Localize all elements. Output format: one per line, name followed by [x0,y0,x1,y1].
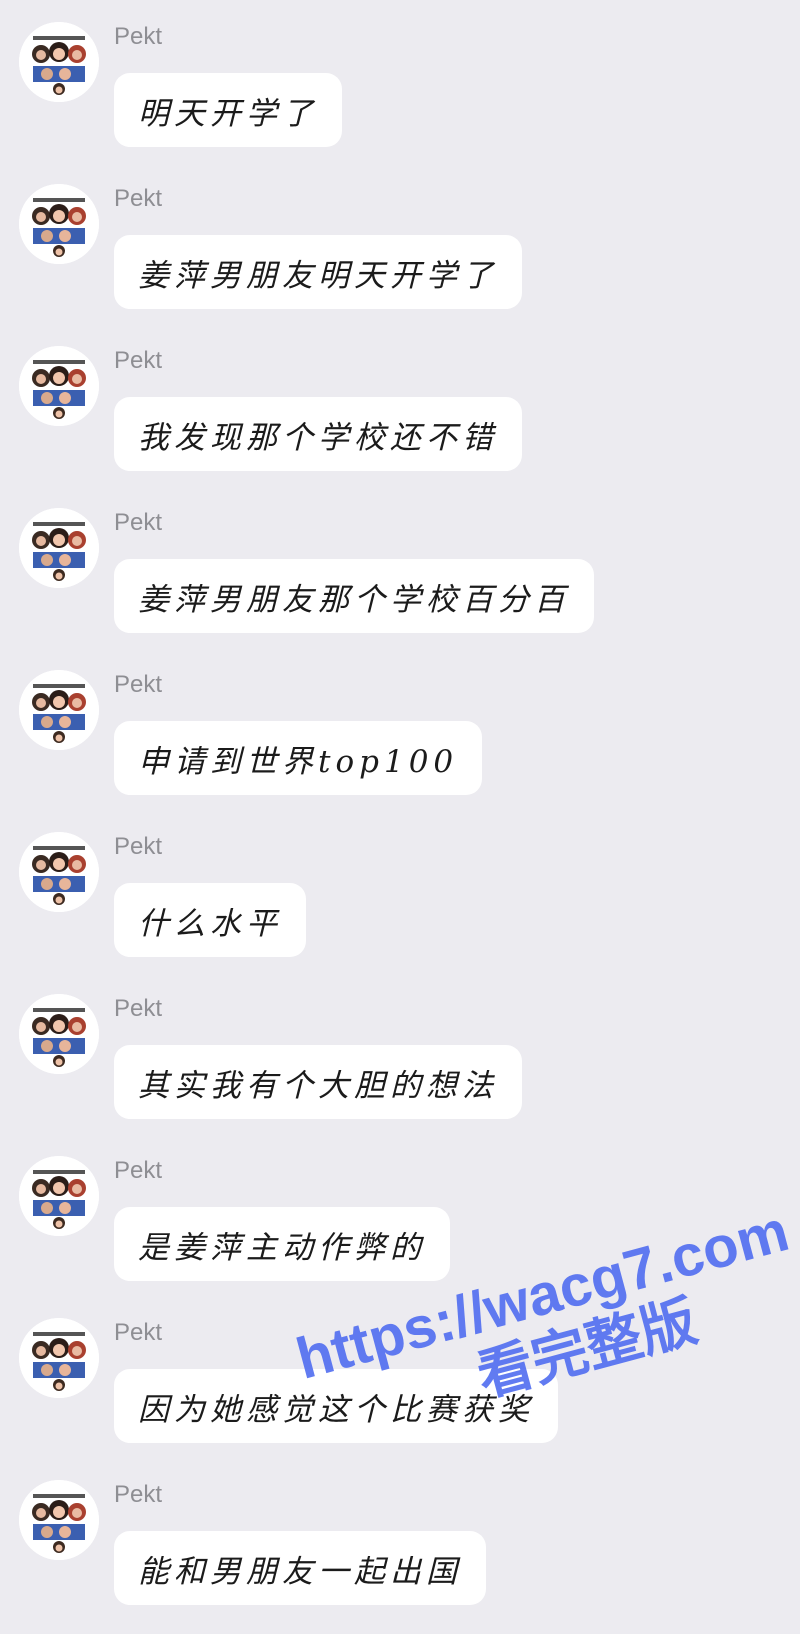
message-bubble[interactable]: 其实我有个大胆的想法 [114,1045,522,1119]
avatar[interactable] [19,184,99,264]
message-row: Pekt 什么水平 [0,810,800,972]
chat-thread[interactable]: Pekt 明天开学了 Pekt 姜萍男朋友明天开学了 Pekt 我发现那个学校还… [0,0,800,1634]
message-text: 明天开学了 [138,95,318,132]
avatar[interactable] [19,346,99,426]
message-row: Pekt 其实我有个大胆的想法 [0,972,800,1134]
message-bubble[interactable]: 能和男朋友一起出国 [114,1531,486,1605]
avatar-collage-icon [19,346,99,426]
message-row: Pekt 姜萍男朋友那个学校百分百 [0,486,800,648]
sender-name: Pekt [114,833,163,860]
sender-name: Pekt [114,1481,163,1508]
sender-name: Pekt [114,347,163,374]
avatar-collage-icon [19,22,99,102]
message-row: Pekt 因为她感觉这个比赛获奖 [0,1296,800,1458]
message-row: Pekt 是姜萍主动作弊的 [0,1134,800,1296]
message-bubble[interactable]: 姜萍男朋友那个学校百分百 [114,559,594,633]
avatar[interactable] [19,994,99,1074]
message-row: Pekt 姜萍男朋友明天开学了 [0,162,800,324]
message-bubble[interactable]: 是姜萍主动作弊的 [114,1207,450,1281]
message-row: Pekt 能和男朋友一起出国 [0,1458,800,1620]
message-text: 是姜萍主动作弊的 [138,1229,426,1266]
avatar[interactable] [19,1156,99,1236]
message-bubble[interactable]: 我发现那个学校还不错 [114,397,522,471]
avatar-collage-icon [19,1318,99,1398]
avatar-collage-icon [19,1480,99,1560]
sender-name: Pekt [114,509,163,536]
avatar[interactable] [19,22,99,102]
message-text: 什么水平 [138,905,282,942]
avatar[interactable] [19,670,99,750]
message-text: 姜萍男朋友那个学校百分百 [138,581,570,618]
message-text: 其实我有个大胆的想法 [138,1067,498,1104]
avatar[interactable] [19,1480,99,1560]
avatar[interactable] [19,832,99,912]
message-text: 我发现那个学校还不错 [138,419,498,456]
sender-name: Pekt [114,1157,163,1184]
avatar-collage-icon [19,832,99,912]
message-text: 申请到世界top100 [138,743,459,780]
sender-name: Pekt [114,185,163,212]
message-text: 因为她感觉这个比赛获奖 [138,1391,534,1428]
message-bubble[interactable]: 什么水平 [114,883,306,957]
sender-name: Pekt [114,995,163,1022]
message-row: Pekt 我发现那个学校还不错 [0,324,800,486]
avatar-collage-icon [19,184,99,264]
sender-name: Pekt [114,671,163,698]
message-bubble[interactable]: 明天开学了 [114,73,342,147]
avatar-collage-icon [19,994,99,1074]
avatar[interactable] [19,508,99,588]
message-row: Pekt 申请到世界top100 [0,648,800,810]
message-text: 能和男朋友一起出国 [138,1553,462,1590]
avatar-collage-icon [19,508,99,588]
message-text: 姜萍男朋友明天开学了 [138,257,498,294]
avatar-collage-icon [19,1156,99,1236]
message-row: Pekt 明天开学了 [0,0,800,162]
avatar-collage-icon [19,670,99,750]
message-bubble[interactable]: 因为她感觉这个比赛获奖 [114,1369,558,1443]
sender-name: Pekt [114,23,163,50]
message-bubble[interactable]: 姜萍男朋友明天开学了 [114,235,522,309]
avatar[interactable] [19,1318,99,1398]
message-bubble[interactable]: 申请到世界top100 [114,721,483,795]
sender-name: Pekt [114,1319,163,1346]
